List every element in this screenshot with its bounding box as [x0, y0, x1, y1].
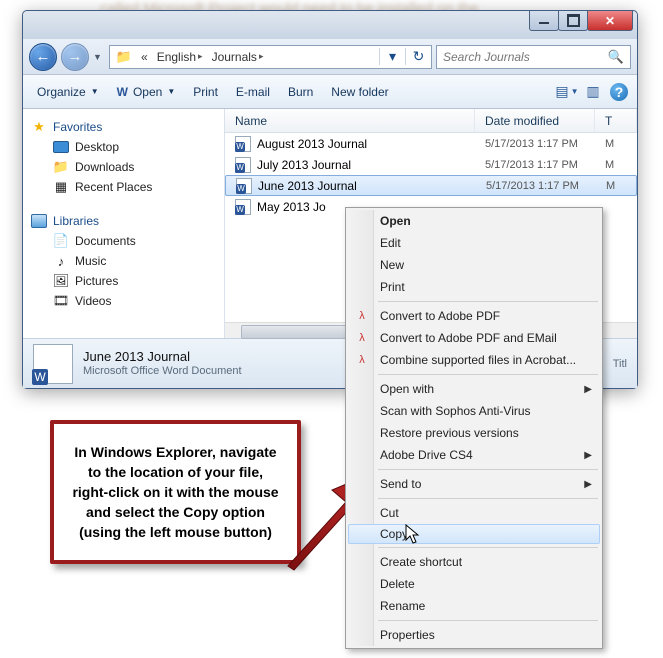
address-bar[interactable]: 📁 « English ▸ Journals ▸ ▾ ↻: [109, 45, 432, 69]
menu-properties[interactable]: Properties: [348, 624, 600, 646]
word-doc-icon: [235, 199, 251, 215]
menu-copy[interactable]: Copy: [348, 524, 600, 544]
address-dropdown[interactable]: ▾: [379, 48, 405, 65]
column-name[interactable]: Name: [225, 109, 475, 132]
details-filetype: Microsoft Office Word Document: [83, 364, 242, 379]
details-filename: June 2013 Journal: [83, 349, 242, 364]
acrobat-icon: λ: [354, 352, 370, 368]
menu-print[interactable]: Print: [348, 276, 600, 298]
context-menu: Open Edit New Print λConvert to Adobe PD…: [345, 207, 603, 649]
organize-button[interactable]: Organize ▼: [29, 81, 107, 103]
command-bar: Organize ▼ WOpen ▼ Print E-mail Burn New…: [23, 75, 637, 109]
menu-convert-pdf-email[interactable]: λConvert to Adobe PDF and EMail: [348, 327, 600, 349]
menu-open-with[interactable]: Open with▶: [348, 378, 600, 400]
word-doc-icon: [33, 344, 73, 384]
history-dropdown[interactable]: ▼: [93, 52, 105, 62]
menu-open[interactable]: Open: [348, 210, 600, 232]
sidebar-item-pictures[interactable]: 🖼Pictures: [31, 271, 216, 291]
pdf-email-icon: λ: [354, 330, 370, 346]
menu-adobe-drive[interactable]: Adobe Drive CS4▶: [348, 444, 600, 466]
details-title-label: Titl: [613, 358, 627, 370]
libraries-icon: [31, 213, 47, 229]
instruction-callout: In Windows Explorer, navigate to the loc…: [50, 420, 301, 564]
music-icon: ♪: [53, 253, 69, 269]
libraries-group[interactable]: Libraries: [31, 211, 216, 231]
word-doc-icon: [235, 136, 251, 152]
pictures-icon: 🖼: [53, 273, 69, 289]
search-input[interactable]: Search Journals 🔍: [436, 45, 631, 69]
star-icon: ★: [31, 119, 47, 135]
maximize-button[interactable]: [558, 11, 588, 31]
column-date[interactable]: Date modified: [475, 109, 595, 132]
videos-icon: 🎞: [53, 293, 69, 309]
folder-icon: 📁: [53, 159, 69, 175]
email-button[interactable]: E-mail: [228, 81, 278, 103]
menu-edit[interactable]: Edit: [348, 232, 600, 254]
sidebar-item-downloads[interactable]: 📁Downloads: [31, 157, 216, 177]
word-doc-icon: [236, 178, 252, 194]
menu-delete[interactable]: Delete: [348, 573, 600, 595]
sidebar-item-desktop[interactable]: Desktop: [31, 137, 216, 157]
forward-button[interactable]: →: [61, 43, 89, 71]
column-type[interactable]: T: [595, 109, 637, 132]
submenu-arrow-icon: ▶: [584, 384, 592, 395]
file-row[interactable]: August 2013 Journal 5/17/2013 1:17 PM M: [225, 133, 637, 154]
help-button[interactable]: ?: [607, 81, 631, 103]
menu-combine-acrobat[interactable]: λCombine supported files in Acrobat...: [348, 349, 600, 371]
breadcrumb-root[interactable]: «: [135, 50, 151, 64]
menu-new[interactable]: New: [348, 254, 600, 276]
file-row-selected[interactable]: June 2013 Journal 5/17/2013 1:17 PM M: [225, 175, 637, 196]
newfolder-button[interactable]: New folder: [323, 81, 396, 103]
minimize-button[interactable]: [529, 11, 559, 31]
favorites-group[interactable]: ★Favorites: [31, 117, 216, 137]
view-options-button[interactable]: ▤ ▼: [555, 81, 579, 103]
navigation-pane: ★Favorites Desktop 📁Downloads ▦Recent Pl…: [23, 109, 225, 338]
navigation-bar: ← → ▼ 📁 « English ▸ Journals ▸ ▾ ↻ Searc…: [23, 39, 637, 75]
sidebar-item-music[interactable]: ♪Music: [31, 251, 216, 271]
print-button[interactable]: Print: [185, 81, 226, 103]
submenu-arrow-icon: ▶: [584, 450, 592, 461]
cursor-icon: [405, 524, 421, 546]
sidebar-item-videos[interactable]: 🎞Videos: [31, 291, 216, 311]
documents-icon: 📄: [53, 233, 69, 249]
search-icon: 🔍: [608, 49, 624, 65]
menu-restore-versions[interactable]: Restore previous versions: [348, 422, 600, 444]
desktop-icon: [53, 139, 69, 155]
burn-button[interactable]: Burn: [280, 81, 321, 103]
menu-cut[interactable]: Cut: [348, 502, 600, 524]
open-button[interactable]: WOpen ▼: [109, 81, 184, 103]
preview-pane-button[interactable]: ▥: [581, 81, 605, 103]
breadcrumb-english[interactable]: English ▸: [151, 50, 206, 64]
word-doc-icon: [235, 157, 251, 173]
recent-icon: ▦: [53, 179, 69, 195]
file-row[interactable]: July 2013 Journal 5/17/2013 1:17 PM M: [225, 154, 637, 175]
pdf-icon: λ: [354, 308, 370, 324]
search-placeholder: Search Journals: [443, 50, 530, 64]
submenu-arrow-icon: ▶: [584, 479, 592, 490]
menu-send-to[interactable]: Send to▶: [348, 473, 600, 495]
sidebar-item-recent[interactable]: ▦Recent Places: [31, 177, 216, 197]
menu-sophos[interactable]: Scan with Sophos Anti-Virus: [348, 400, 600, 422]
column-headers: Name Date modified T: [225, 109, 637, 133]
close-button[interactable]: ✕: [587, 11, 633, 31]
refresh-button[interactable]: ↻: [405, 48, 431, 65]
menu-rename[interactable]: Rename: [348, 595, 600, 617]
sidebar-item-documents[interactable]: 📄Documents: [31, 231, 216, 251]
menu-convert-pdf[interactable]: λConvert to Adobe PDF: [348, 305, 600, 327]
folder-icon: 📁: [116, 49, 132, 65]
menu-create-shortcut[interactable]: Create shortcut: [348, 551, 600, 573]
back-button[interactable]: ←: [29, 43, 57, 71]
titlebar[interactable]: ✕: [23, 11, 637, 39]
breadcrumb-journals[interactable]: Journals ▸: [206, 50, 267, 64]
